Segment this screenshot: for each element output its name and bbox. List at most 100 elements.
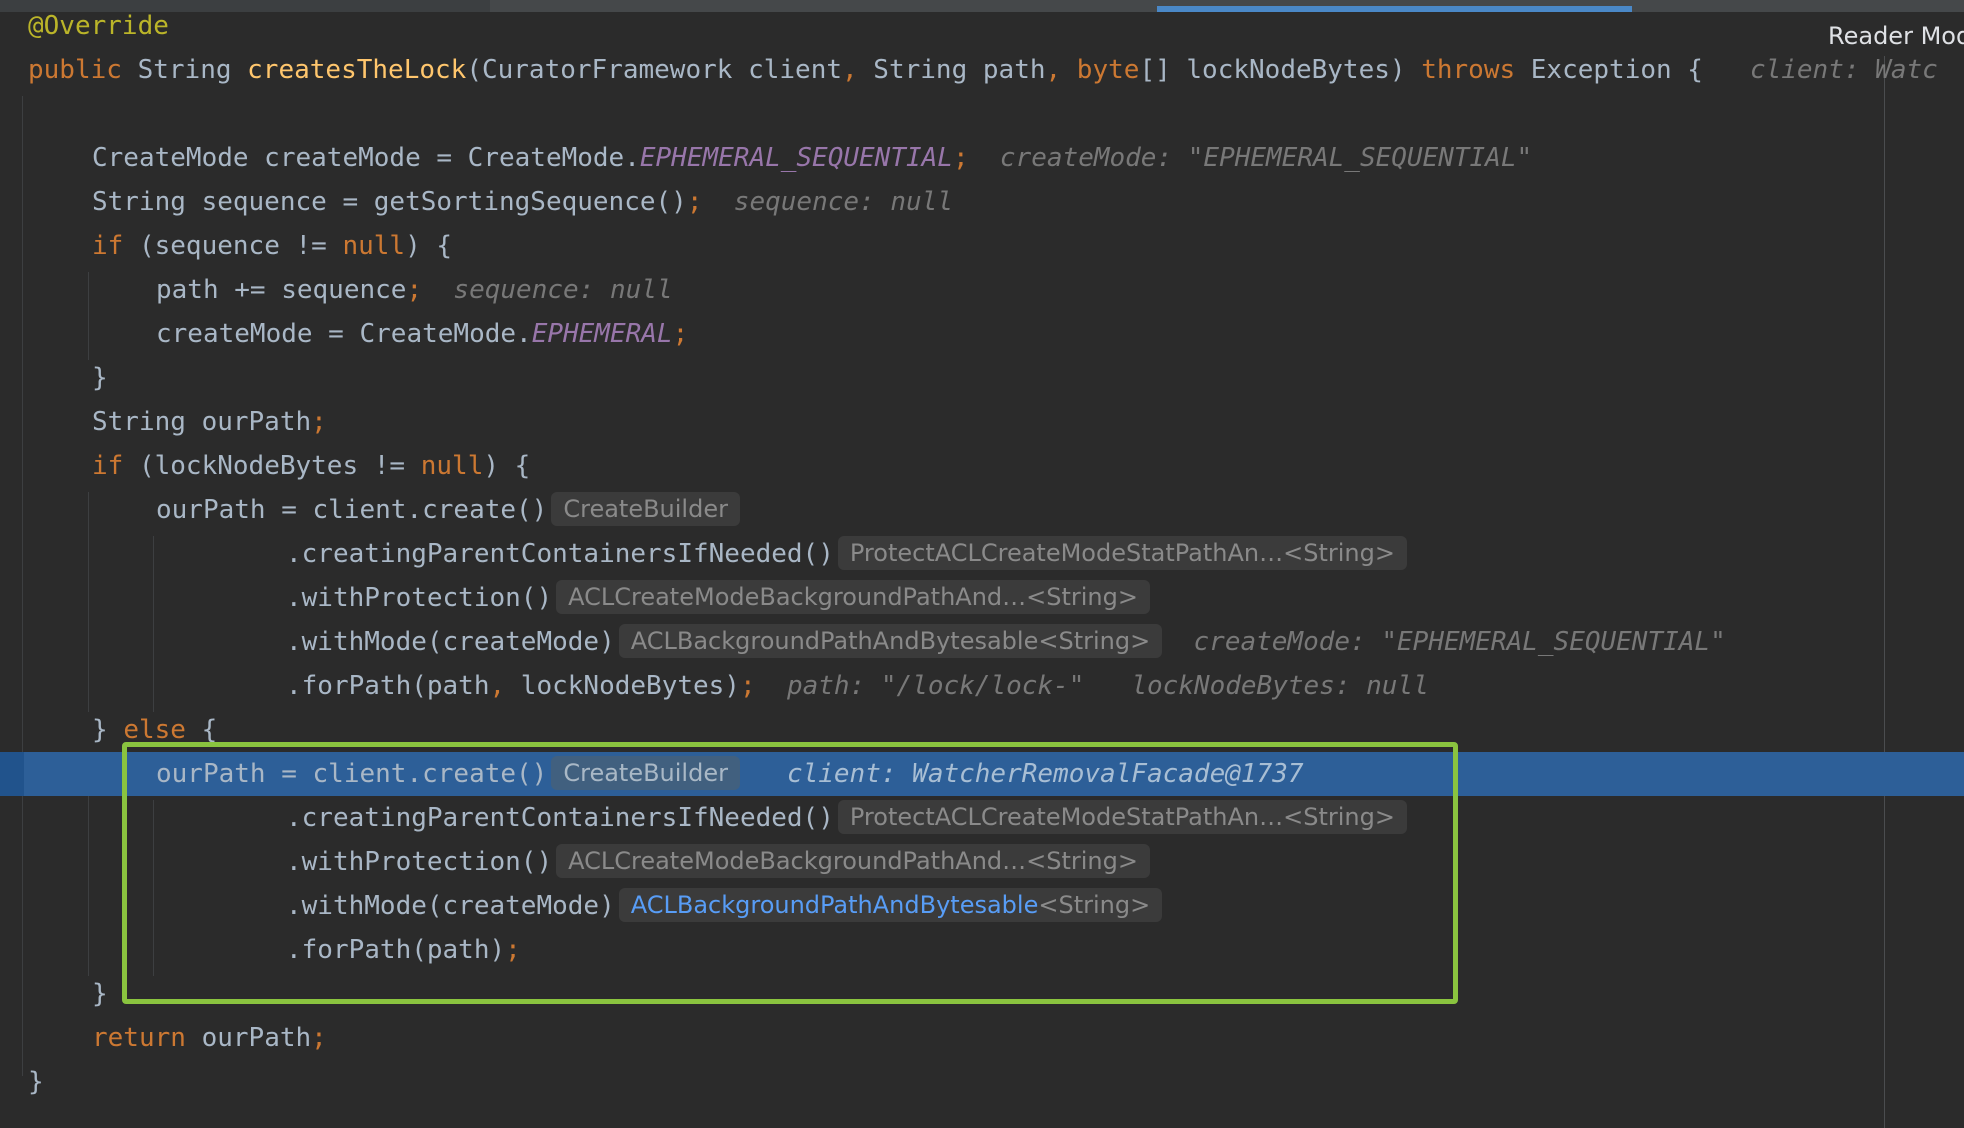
inline-debug-value: client: WatcherRemovalFacade@1737: [786, 759, 1304, 789]
type-name: String: [137, 55, 232, 85]
method-name: createsTheLock: [247, 55, 467, 85]
keyword: if: [92, 451, 124, 481]
type-link[interactable]: ACLBackgroundPathAndBytesable: [631, 891, 1039, 919]
code-token: CreateMode createMode = CreateMode.: [92, 143, 640, 173]
code-line-6: if (sequence != null) {: [0, 224, 1964, 268]
execution-point-line[interactable]: ourPath = client.create() CreateBuilder c…: [0, 752, 1964, 796]
type-inlay-hint[interactable]: CreateBuilder: [551, 755, 740, 790]
inline-debug-value: sequence: null: [733, 187, 953, 217]
code-token: (: [466, 55, 482, 85]
code-token: .creatingParentContainersIfNeeded(): [286, 803, 834, 833]
semicolon: ;: [311, 407, 327, 437]
code-token: {: [185, 715, 218, 745]
type-inlay-hint-link[interactable]: ACLBackgroundPathAndBytesable<String>: [618, 887, 1163, 922]
keyword: null: [420, 451, 484, 481]
code-token: ourPath = client.create(): [156, 759, 548, 789]
closing-brace: }: [92, 715, 124, 745]
code-line-2: public String createsTheLock(CuratorFram…: [0, 48, 1964, 92]
code-line-8: createMode = CreateMode.EPHEMERAL;: [0, 312, 1964, 356]
code-line-10: String ourPath;: [0, 400, 1964, 444]
code-line-11: if (lockNodeBytes != null) {: [0, 444, 1964, 488]
code-line-19: .creatingParentContainersIfNeeded() Prote…: [0, 796, 1964, 840]
code-line-4: CreateMode createMode = CreateMode.EPHEM…: [0, 136, 1964, 180]
annotation-override: @Override: [28, 11, 169, 41]
keyword: byte: [1061, 55, 1140, 85]
keyword: else: [123, 715, 186, 745]
code-token: client: [732, 55, 842, 85]
inline-debug-value: sequence: null: [453, 275, 673, 305]
constant: EPHEMERAL: [531, 319, 673, 349]
code-token: .forPath(path: [286, 671, 490, 701]
code-token: (lockNodeBytes !=: [123, 451, 421, 481]
code-token: String ourPath: [92, 407, 312, 437]
code-line-13: .creatingParentContainersIfNeeded() Prote…: [0, 532, 1964, 576]
inline-debug-value: createMode: "EPHEMERAL_SEQUENTIAL": [1193, 627, 1726, 657]
code-line-16: .forPath(path, lockNodeBytes); path: "/l…: [0, 664, 1964, 708]
type-inlay-hint[interactable]: ACLCreateModeBackgroundPathAnd…<String>: [556, 579, 1150, 614]
type-inlay-hint[interactable]: ACLBackgroundPathAndBytesable<String>: [618, 623, 1163, 658]
keyword: throws: [1405, 55, 1516, 85]
code-token: createMode = CreateMode.: [156, 319, 532, 349]
semicolon: ;: [952, 143, 969, 173]
semicolon: ;: [686, 187, 703, 217]
code-line-12: ourPath = client.create() CreateBuilder: [0, 488, 1964, 532]
code-line-7: path += sequence; sequence: null: [0, 268, 1964, 312]
code-token: String sequence = getSortingSequence(): [92, 187, 687, 217]
semicolon: ;: [406, 275, 423, 305]
semicolon: ;: [505, 935, 521, 965]
code-line-23: }: [0, 972, 1964, 1016]
keyword: public: [28, 55, 122, 85]
code-token: lockNodeBytes): [505, 671, 740, 701]
code-line-1: @Override: [0, 4, 1964, 48]
code-line-9: }: [0, 356, 1964, 400]
inline-debug-value: client: Watc: [1749, 55, 1938, 85]
code-line-14: .withProtection() ACLCreateModeBackground…: [0, 576, 1964, 620]
code-line-15: .withMode(createMode) ACLBackgroundPathAn…: [0, 620, 1964, 664]
code-line-20: .withProtection() ACLCreateModeBackground…: [0, 840, 1964, 884]
code-token: ourPath = client.create(): [156, 495, 548, 525]
comma: ,: [489, 671, 506, 701]
gutter-execution-marker: [0, 752, 24, 796]
code-line-25: }: [0, 1060, 1964, 1104]
code-token: [] lockNodeBytes): [1139, 55, 1406, 85]
inline-debug-value: lockNodeBytes: null: [1131, 671, 1429, 701]
keyword: return: [92, 1023, 186, 1053]
code-token: String path: [857, 55, 1046, 85]
keyword: null: [342, 231, 406, 261]
code-token: ,: [1045, 55, 1062, 85]
type-inlay-hint[interactable]: CreateBuilder: [551, 491, 740, 526]
code-line-24: return ourPath;: [0, 1016, 1964, 1060]
code-token: .withMode(createMode): [286, 627, 615, 657]
inline-debug-value: createMode: "EPHEMERAL_SEQUENTIAL": [999, 143, 1533, 173]
code-line-22: .forPath(path);: [0, 928, 1964, 972]
code-token: .withProtection(): [286, 583, 553, 613]
code-line-21: .withMode(createMode) ACLBackgroundPathAn…: [0, 884, 1964, 928]
closing-brace: }: [92, 363, 108, 393]
keyword: if: [92, 231, 124, 261]
constant: EPHEMERAL_SEQUENTIAL: [639, 143, 953, 173]
closing-brace: }: [92, 979, 108, 1009]
inline-debug-value: path: "/lock/lock-": [786, 671, 1085, 701]
semicolon: ;: [311, 1023, 327, 1053]
code-line-17: } else {: [0, 708, 1964, 752]
semicolon: ;: [672, 319, 689, 349]
code-token: ourPath: [185, 1023, 312, 1053]
type-generic: <String>: [1038, 890, 1151, 919]
code-token: path += sequence: [156, 275, 407, 305]
type-inlay-hint[interactable]: ProtectACLCreateModeStatPathAn…<String>: [837, 799, 1407, 834]
code-token: .creatingParentContainersIfNeeded(): [286, 539, 834, 569]
code-token: Exception {: [1515, 55, 1703, 85]
code-token: (sequence !=: [123, 231, 343, 261]
code-token: CuratorFramework: [481, 55, 733, 85]
code-token: .forPath(path): [286, 935, 506, 965]
code-token: ) {: [483, 451, 531, 481]
closing-brace: }: [28, 1067, 44, 1097]
code-token: .withMode(createMode): [286, 891, 615, 921]
type-inlay-hint[interactable]: ProtectACLCreateModeStatPathAn…<String>: [837, 535, 1407, 570]
type-inlay-hint[interactable]: ACLCreateModeBackgroundPathAnd…<String>: [556, 843, 1150, 878]
code-token: .withProtection(): [286, 847, 553, 877]
semicolon: ;: [739, 671, 756, 701]
code-editor[interactable]: @Override public String createsTheLock(C…: [0, 4, 1964, 1104]
code-token: ) {: [405, 231, 453, 261]
